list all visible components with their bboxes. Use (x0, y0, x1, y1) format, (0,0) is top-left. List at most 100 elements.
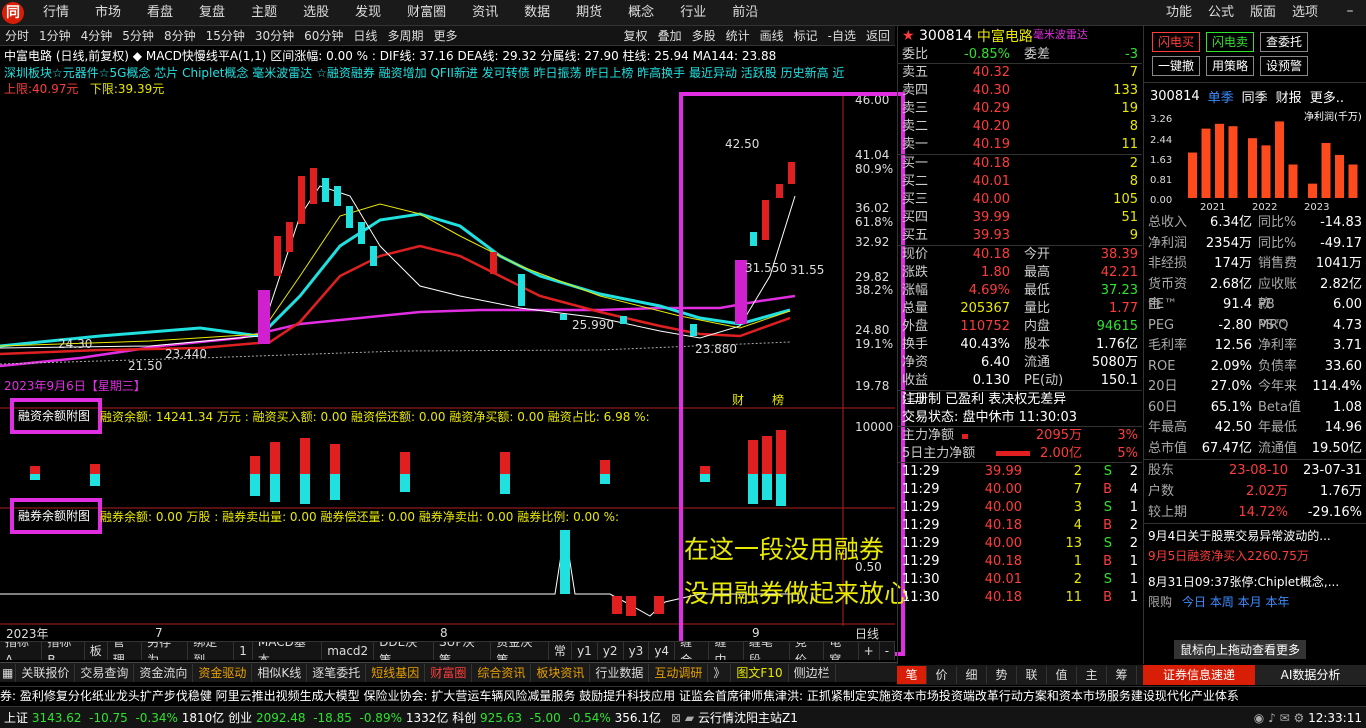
menu-item[interactable]: 发现 (342, 0, 394, 26)
wechat-icon[interactable]: ✉ (1280, 711, 1290, 725)
indicator-tab[interactable]: macd2 (322, 642, 375, 660)
order-row[interactable]: 买五 39.93 9 (902, 227, 1138, 245)
period-tab[interactable]: 4分钟 (76, 26, 118, 46)
flash-buy-button[interactable]: 闪电买 (1152, 32, 1200, 52)
function-tab[interactable]: 互动调研 (649, 663, 709, 682)
tool-button[interactable]: 多股 (687, 26, 721, 46)
indicator-tab[interactable]: 1 (234, 642, 253, 660)
menu-item[interactable]: 市场 (82, 0, 134, 26)
menu-item[interactable]: 选股 (290, 0, 342, 26)
tool-button[interactable]: -自选 (823, 26, 861, 46)
order-row[interactable]: 买三 40.00 105 (902, 191, 1138, 209)
menu-item[interactable]: 主题 (238, 0, 290, 26)
menu-item[interactable]: 概念 (615, 0, 667, 26)
order-row[interactable]: 卖五 40.32 7 (902, 64, 1138, 82)
margin-subchart-label[interactable]: 融资余额附图 (10, 398, 102, 434)
fin-tab-more[interactable]: 更多.. (1310, 87, 1344, 106)
order-row[interactable]: 卖二 40.20 8 (902, 118, 1138, 136)
quote-tab[interactable]: 价 (927, 666, 957, 684)
globe-icon[interactable]: ◉ (1254, 711, 1264, 725)
period-tab[interactable]: 多周期 (382, 26, 428, 46)
indicator-tab[interactable]: y2 (598, 642, 624, 660)
fin-tab-quarter[interactable]: 单季 (1208, 87, 1234, 106)
index-cy-label[interactable]: 创业 (228, 709, 252, 726)
fin-tab-report[interactable]: 财报 (1276, 87, 1302, 106)
indicator-tab[interactable]: 缠合 (675, 642, 710, 660)
tool-button[interactable]: 标记 (789, 26, 823, 46)
period-tab[interactable]: 60分钟 (299, 26, 348, 46)
order-row[interactable]: 卖一 40.19 11 (902, 136, 1138, 154)
indicator-tab[interactable]: y4 (649, 642, 676, 660)
indicator-tab[interactable]: y1 (572, 642, 598, 660)
period-tab[interactable]: 30分钟 (250, 26, 299, 46)
alert-button[interactable]: 设预警 (1260, 56, 1308, 76)
function-tab[interactable]: 交易查询 (75, 663, 135, 682)
index-sh-label[interactable]: 上证 (0, 709, 28, 726)
add-indicator-button[interactable]: + (859, 642, 880, 660)
strategy-button[interactable]: 用策略 (1206, 56, 1254, 76)
function-tab[interactable]: 财富圈 (425, 663, 473, 682)
indicator-tab[interactable]: SUP决策 (434, 642, 492, 660)
bell-icon[interactable]: ♪ (1268, 711, 1276, 725)
indicator-tab[interactable]: 竞价 (790, 642, 825, 660)
quote-tab[interactable]: 联 (1017, 666, 1047, 684)
short-subchart-label[interactable]: 融券余额附图 (10, 498, 102, 534)
menu-item[interactable]: 行业 (667, 0, 719, 26)
tool-button[interactable]: 叠加 (653, 26, 687, 46)
grid-icon[interactable]: ▦ (0, 663, 17, 682)
quote-tab[interactable]: 主 (1077, 666, 1107, 684)
indicator-tab[interactable]: 管理 (108, 642, 143, 660)
tail-tabs[interactable]: 今日 本周 本月 本年 (1182, 592, 1289, 612)
indicator-tab[interactable]: 绑定到 (188, 642, 235, 660)
period-tab[interactable]: 更多 (428, 26, 462, 46)
news-item[interactable]: 9月4日关于股票交易异常波动的... (1148, 526, 1362, 546)
lock-icon[interactable]: ⊠ (671, 711, 681, 725)
period-tab[interactable]: 15分钟 (201, 26, 250, 46)
quote-tab[interactable]: 势 (987, 666, 1017, 684)
tool-button[interactable]: 复权 (619, 26, 653, 46)
flash-sell-button[interactable]: 闪电卖 (1206, 32, 1254, 52)
remove-indicator-button[interactable]: - (880, 642, 895, 660)
app-logo[interactable]: 同 (2, 2, 24, 24)
menu-item-options[interactable]: 选项 (1284, 0, 1326, 26)
function-tab[interactable]: 行业数据 (590, 663, 650, 682)
period-tab[interactable]: 8分钟 (159, 26, 201, 46)
stock-tag[interactable]: 毫米波雷达 (1033, 26, 1088, 42)
order-row[interactable]: 卖四 40.30 133 (902, 82, 1138, 100)
indicator-tab[interactable]: y3 (624, 642, 650, 660)
menu-item-formula[interactable]: 公式 (1200, 0, 1242, 26)
function-tab[interactable]: 逐笔委托 (307, 663, 367, 682)
function-tab[interactable]: 板块资讯 (531, 663, 591, 682)
news-item[interactable]: 9月5日融资净买入2260.75万 (1148, 546, 1362, 566)
more-arrow[interactable]: 》 (708, 663, 732, 682)
function-tab[interactable]: 资金流向 (134, 663, 194, 682)
indicator-tab[interactable]: MACD基本 (253, 642, 323, 660)
tool-button[interactable]: 画线 (755, 26, 789, 46)
menu-item[interactable]: 复盘 (186, 0, 238, 26)
function-tab[interactable]: 侧边栏 (789, 663, 836, 682)
quote-tab-active[interactable]: 笔 (897, 666, 927, 684)
function-tab[interactable]: 综合资讯 (472, 663, 532, 682)
menu-item[interactable]: 行情 (30, 0, 82, 26)
menu-item[interactable]: 前沿 (719, 0, 771, 26)
index-kc-label[interactable]: 科创 (452, 709, 476, 726)
menu-item-function[interactable]: 功能 (1158, 0, 1200, 26)
period-tab[interactable]: 5分钟 (117, 26, 159, 46)
tool-button[interactable]: 统计 (721, 26, 755, 46)
news-ticker[interactable]: 券: 盈利修复分化纸业龙头扩产步伐稳健 阿里云推出视频生成大模型 保险业协会: … (0, 686, 1366, 705)
indicator-tab[interactable]: 资金决策 (491, 642, 550, 660)
function-tab-active[interactable]: 资金驱动 (193, 663, 253, 682)
period-tab-active[interactable]: 日线 (348, 26, 382, 46)
menu-item-layout[interactable]: 版面 (1242, 0, 1284, 26)
cancel-all-button[interactable]: 一键撤 (1152, 56, 1200, 76)
order-row[interactable]: 买二 40.01 8 (902, 173, 1138, 191)
ai-analysis-button[interactable]: AI数据分析 (1255, 665, 1366, 685)
indicator-tab[interactable]: 指标A (0, 642, 43, 660)
quote-tab[interactable]: 值 (1047, 666, 1077, 684)
indicator-tab[interactable]: 另存为 (142, 642, 189, 660)
function-tab[interactable]: 短线基因 (366, 663, 426, 682)
indicator-tab[interactable]: 缠中 (709, 642, 744, 660)
concept-tags[interactable]: 深圳板块☆元器件☆5G概念 芯片 Chiplet概念 毫米波雷达 ☆融资融券 融… (4, 65, 894, 81)
period-tab[interactable]: 1分钟 (34, 26, 76, 46)
menu-item[interactable]: 资讯 (459, 0, 511, 26)
